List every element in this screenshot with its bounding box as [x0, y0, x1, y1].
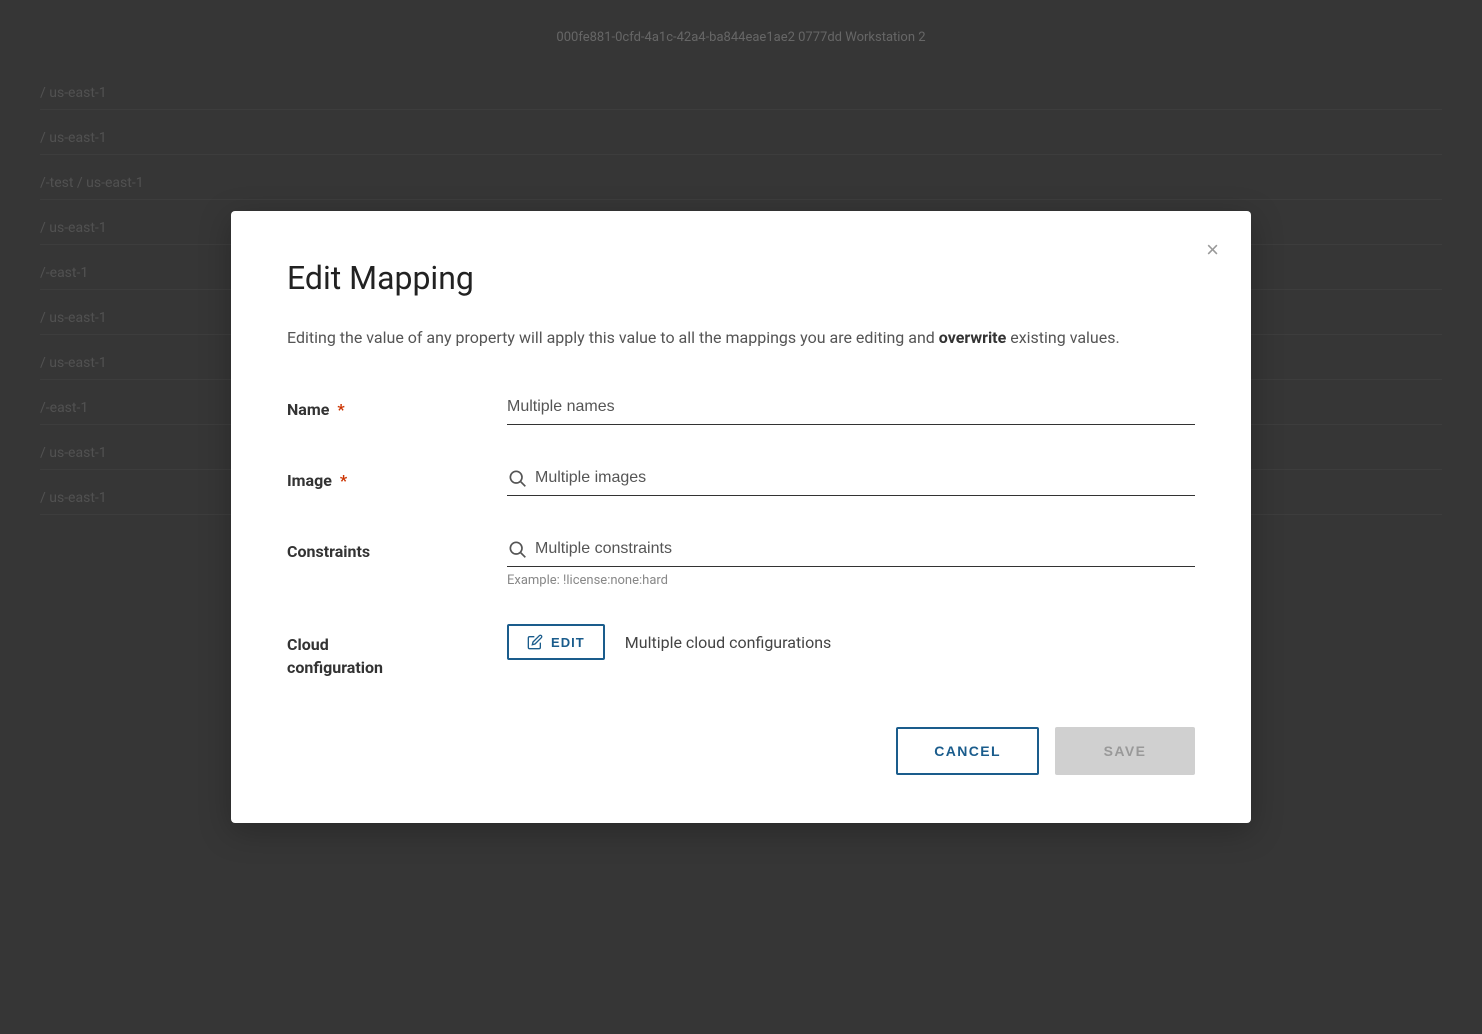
edit-pencil-icon [527, 634, 543, 650]
name-input[interactable] [507, 390, 1195, 425]
save-button[interactable]: SAVE [1055, 727, 1195, 775]
modal-overlay: × Edit Mapping Editing the value of any … [0, 0, 1482, 1034]
edit-mapping-modal: × Edit Mapping Editing the value of any … [231, 211, 1251, 823]
cloud-config-edit-button[interactable]: EDIT [507, 624, 605, 660]
image-label: Image * [287, 461, 507, 490]
name-required-star: * [337, 400, 344, 419]
description-part1: Editing the value of any property will a… [287, 328, 939, 347]
constraints-input-wrapper [507, 532, 1195, 567]
constraints-label: Constraints [287, 532, 507, 561]
image-search-icon [507, 468, 527, 488]
cloud-config-row: EDIT Multiple cloud configurations [507, 624, 1195, 660]
cloud-config-field-row: Cloud configuration EDIT Multiple cloud … [287, 624, 1195, 679]
constraints-search-icon [507, 539, 527, 559]
modal-footer: CANCEL SAVE [287, 727, 1195, 775]
close-button[interactable]: × [1202, 235, 1223, 265]
constraints-input[interactable] [535, 536, 1195, 562]
modal-title: Edit Mapping [287, 259, 1195, 297]
cloud-config-field: EDIT Multiple cloud configurations [507, 624, 1195, 660]
name-field [507, 390, 1195, 425]
cloud-config-value: Multiple cloud configurations [625, 633, 832, 652]
constraints-field-row: Constraints Example: !license:none:hard [287, 532, 1195, 588]
cloud-config-label: Cloud configuration [287, 624, 507, 679]
edit-button-label: EDIT [551, 635, 585, 650]
name-label: Name * [287, 390, 507, 419]
constraints-hint: Example: !license:none:hard [507, 573, 1195, 588]
image-input[interactable] [535, 465, 1195, 491]
image-field [507, 461, 1195, 496]
modal-description: Editing the value of any property will a… [287, 325, 1147, 351]
description-bold: overwrite [939, 328, 1006, 347]
image-required-star: * [340, 471, 347, 490]
cancel-button[interactable]: CANCEL [896, 727, 1039, 775]
image-input-wrapper [507, 461, 1195, 496]
name-field-row: Name * [287, 390, 1195, 425]
constraints-field: Example: !license:none:hard [507, 532, 1195, 588]
image-field-row: Image * [287, 461, 1195, 496]
description-part2: existing values. [1006, 328, 1119, 347]
